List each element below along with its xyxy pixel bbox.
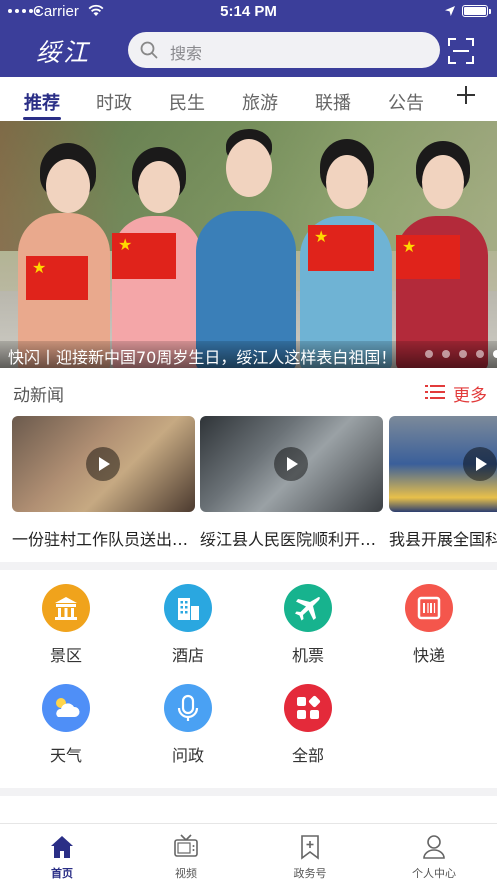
carousel-page-indicator[interactable] (425, 350, 497, 358)
video-thumbnail[interactable] (389, 416, 497, 512)
banner-face (326, 155, 368, 209)
page-dot[interactable] (425, 350, 433, 358)
banner-caption: 快闪丨迎接新中国70周岁生日，绥江人这样表白祖国！ (8, 348, 397, 367)
banner-face (226, 139, 272, 197)
battery-icon (462, 5, 491, 17)
play-icon[interactable] (463, 447, 497, 481)
airplane-icon (284, 584, 332, 632)
tab-livelihood[interactable]: 民生 (169, 89, 205, 115)
service-label: 酒店 (171, 646, 204, 665)
play-icon[interactable] (274, 447, 308, 481)
microphone-icon (164, 684, 212, 732)
tv-icon (174, 834, 198, 857)
weather-cloud-icon (42, 684, 90, 732)
list-icon (425, 385, 445, 399)
section-title: 动新闻 (13, 386, 64, 406)
service-label: 景区 (49, 646, 82, 665)
video-thumbnail[interactable] (200, 416, 383, 512)
tabbar-label: 视频 (175, 867, 197, 880)
clock: 5:14 PM (220, 3, 277, 20)
service-label: 天气 (49, 746, 82, 765)
banner-face (46, 159, 90, 213)
search-icon (140, 41, 158, 59)
banner-carousel[interactable]: ★ ★ ★ ★ (0, 121, 497, 368)
banner-face (422, 155, 464, 209)
flag-icon: ★ (26, 256, 88, 300)
home-icon (51, 836, 73, 858)
video-thumbnail[interactable] (12, 416, 195, 512)
add-tab-icon[interactable] (455, 84, 477, 106)
more-label: 更多 (453, 386, 487, 406)
express-box-icon (405, 584, 453, 632)
location-arrow-icon (445, 6, 455, 16)
video-title[interactable]: 我县开展全国科普日活动 (389, 526, 497, 550)
active-tab-indicator (23, 117, 61, 120)
tabbar-label: 个人中心 (412, 867, 456, 880)
status-bar: Carrier 5:14 PM (0, 0, 497, 24)
flag-icon: ★ (308, 225, 374, 271)
video-title[interactable]: 一份驻村工作队员送出的礼物 (12, 526, 195, 550)
tab-notice[interactable]: 公告 (388, 89, 424, 115)
bookmark-plus-icon (301, 835, 319, 860)
service-label: 快递 (412, 646, 445, 665)
banner-face (138, 161, 180, 213)
all-apps-icon (284, 684, 332, 732)
service-label: 问政 (171, 746, 204, 765)
user-icon (423, 835, 445, 859)
page-dot-active[interactable] (493, 350, 497, 358)
bottom-tab-bar: 首页 视频 政务号 个人中心 (0, 823, 497, 883)
page-dot[interactable] (442, 350, 450, 358)
banner-caption-bar: 快闪丨迎接新中国70周岁生日，绥江人这样表白祖国！ (0, 341, 497, 368)
app-header: Carrier 5:14 PM 绥江 搜索 (0, 0, 497, 77)
video-title[interactable]: 绥江县人民医院顺利开展远程会诊 (200, 526, 383, 550)
flag-icon: ★ (112, 233, 176, 279)
tabbar-label: 政务号 (293, 867, 327, 880)
search-placeholder: 搜索 (170, 44, 203, 63)
play-icon[interactable] (86, 447, 120, 481)
hotel-building-icon (164, 584, 212, 632)
flag-icon: ★ (396, 235, 460, 279)
section-divider (0, 562, 497, 570)
tabbar-label: 首页 (51, 867, 73, 880)
scenic-temple-icon (42, 584, 90, 632)
app-logo: 绥江 (36, 38, 91, 67)
service-label: 全部 (291, 746, 324, 765)
tab-tourism[interactable]: 旅游 (242, 89, 278, 115)
page-dot[interactable] (459, 350, 467, 358)
tab-broadcast[interactable]: 联播 (315, 89, 351, 115)
search-input[interactable]: 搜索 (128, 32, 440, 68)
page-dot[interactable] (476, 350, 484, 358)
tab-recommend[interactable]: 推荐 (24, 89, 60, 115)
section-divider (0, 788, 497, 796)
scan-icon[interactable] (448, 38, 474, 64)
category-tabs: 推荐 时政 民生 旅游 联播 公告 (0, 77, 497, 121)
video-carousel: 一份驻村工作队员送出的礼物 绥江县人民医院顺利开展远程会诊 我县开展全国科普日活… (0, 416, 497, 556)
service-label: 机票 (291, 646, 324, 665)
tab-politics[interactable]: 时政 (96, 89, 132, 115)
